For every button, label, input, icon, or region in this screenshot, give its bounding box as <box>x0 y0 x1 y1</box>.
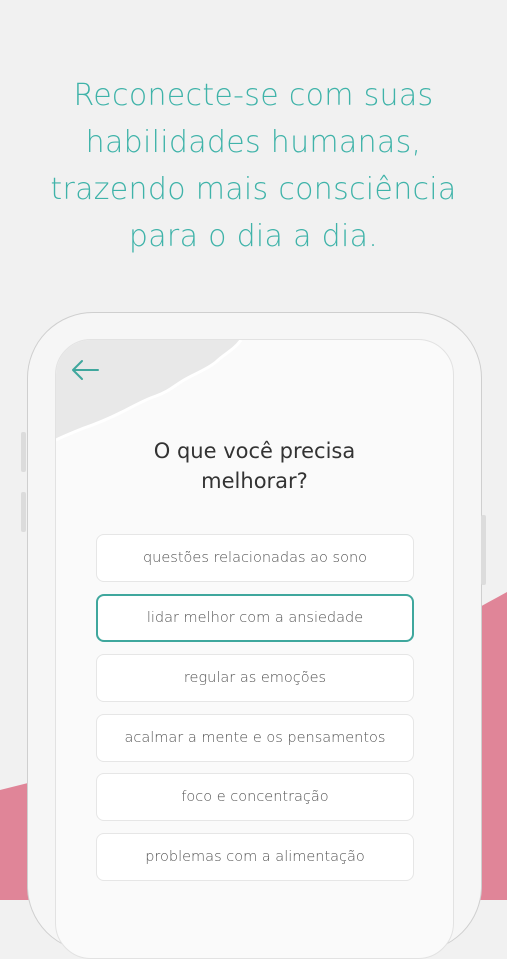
option-eating[interactable]: problemas com a alimentação <box>96 833 414 881</box>
question-line: melhorar? <box>201 469 308 493</box>
phone-side-button <box>21 432 26 472</box>
option-label: regular as emoções <box>183 670 327 686</box>
option-emotions[interactable]: regular as emoções <box>96 654 414 702</box>
option-label: lidar melhor com a ansiedade <box>146 610 364 626</box>
option-label: foco e concentração <box>181 789 329 805</box>
headline: Reconecte-se com suas habilidades humana… <box>0 72 507 260</box>
back-button[interactable] <box>70 358 100 382</box>
headline-line: habilidades humanas, <box>85 125 422 160</box>
option-anxiety[interactable]: lidar melhor com a ansiedade <box>96 594 414 642</box>
option-label: acalmar a mente e os pensamentos <box>124 730 386 746</box>
option-calm-mind[interactable]: acalmar a mente e os pensamentos <box>96 714 414 762</box>
phone-side-button <box>481 515 486 585</box>
phone-screen: O que você precisa melhorar? questões re… <box>55 339 454 959</box>
option-label: problemas com a alimentação <box>145 849 365 865</box>
option-label: questões relacionadas ao sono <box>142 550 368 566</box>
phone-side-button <box>21 492 26 532</box>
option-sleep[interactable]: questões relacionadas ao sono <box>96 534 414 582</box>
headline-line: Reconecte-se com suas <box>73 78 434 113</box>
option-focus[interactable]: foco e concentração <box>96 773 414 821</box>
question-line: O que você precisa <box>153 439 356 463</box>
headline-line: para o dia a dia. <box>128 219 379 254</box>
question-title: O que você precisa melhorar? <box>56 436 453 496</box>
headline-line: trazendo mais consciência <box>50 172 457 207</box>
arrow-left-icon <box>72 360 99 380</box>
